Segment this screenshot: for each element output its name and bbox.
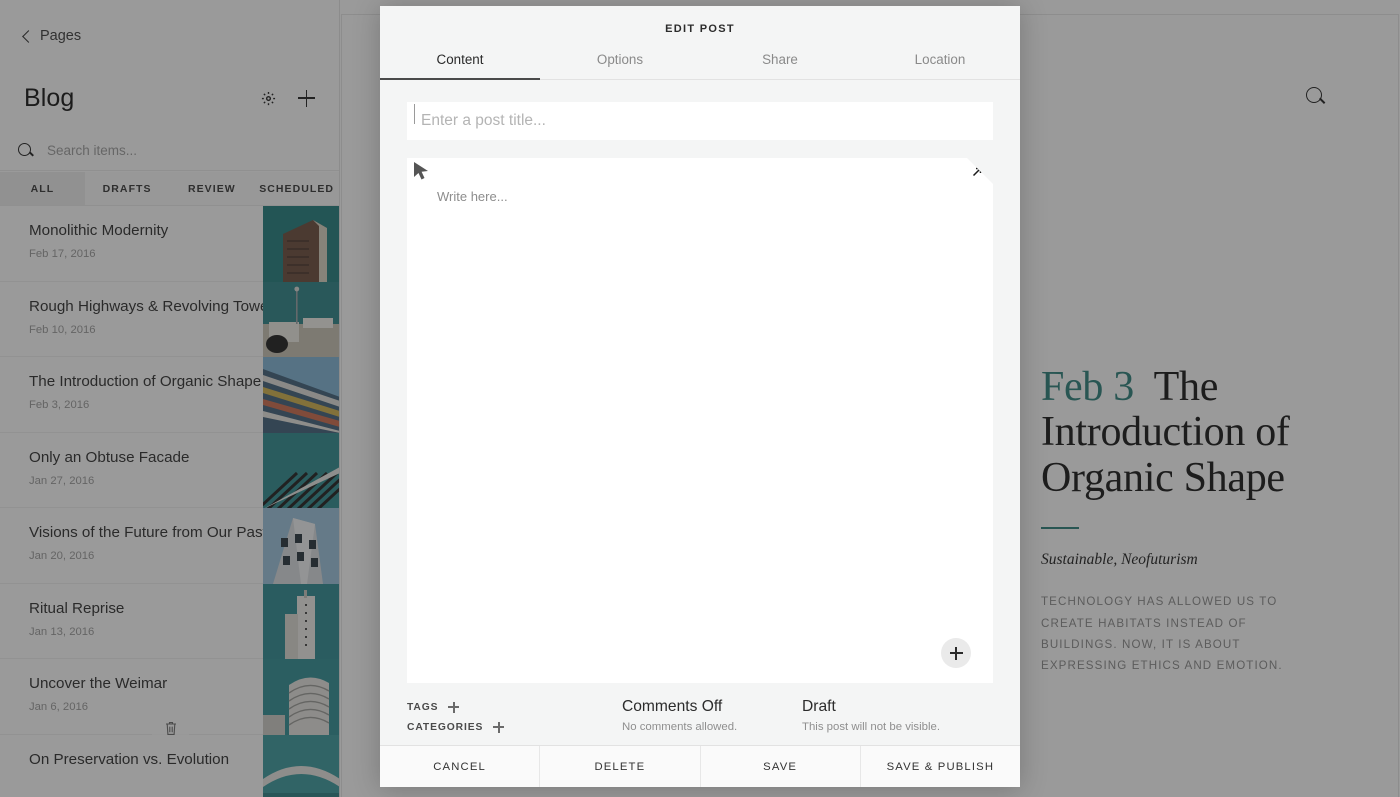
delete-button[interactable]: DELETE	[540, 746, 700, 787]
tab-share[interactable]: Share	[700, 52, 860, 79]
screen: Feb 3 The Introduction of Organic Shape …	[0, 0, 1400, 797]
status-subtext: This post will not be visible.	[802, 721, 940, 733]
post-editor[interactable]: Write here...	[407, 158, 993, 683]
add-tag-icon[interactable]	[448, 702, 459, 713]
dialog-meta: TAGS CATEGORIES Comments Off No comments…	[380, 683, 1020, 745]
tags-row[interactable]: TAGS	[407, 697, 622, 717]
categories-label: CATEGORIES	[407, 722, 483, 733]
expand-arrow-icon[interactable]	[971, 166, 983, 178]
save-and-publish-button[interactable]: SAVE & PUBLISH	[861, 746, 1020, 787]
post-title-input[interactable]	[407, 102, 993, 140]
dialog-tabs: Content Options Share Location	[380, 52, 1020, 80]
edit-post-dialog: EDIT POST Content Options Share Location…	[380, 6, 1020, 787]
text-caret	[414, 104, 415, 124]
dialog-footer: CANCEL DELETE SAVE SAVE & PUBLISH	[380, 745, 1020, 787]
plus-icon	[950, 647, 963, 660]
taxonomy-group: TAGS CATEGORIES	[407, 697, 622, 745]
editor-placeholder: Write here...	[437, 189, 508, 204]
tab-options[interactable]: Options	[540, 52, 700, 79]
comments-heading: Comments Off	[622, 697, 802, 716]
cancel-button[interactable]: CANCEL	[380, 746, 540, 787]
dialog-title: EDIT POST	[380, 6, 1020, 52]
status-setting[interactable]: Draft This post will not be visible.	[802, 697, 940, 745]
tab-location[interactable]: Location	[860, 52, 1020, 79]
status-heading: Draft	[802, 697, 940, 716]
comments-setting[interactable]: Comments Off No comments allowed.	[622, 697, 802, 745]
add-category-icon[interactable]	[493, 722, 504, 733]
categories-row[interactable]: CATEGORIES	[407, 717, 622, 737]
tab-content[interactable]: Content	[380, 52, 540, 79]
tags-label: TAGS	[407, 702, 438, 713]
dialog-body: Write here...	[380, 80, 1020, 683]
save-button[interactable]: SAVE	[701, 746, 861, 787]
add-block-button[interactable]	[941, 638, 971, 668]
comments-subtext: No comments allowed.	[622, 721, 802, 733]
mouse-cursor	[411, 160, 434, 183]
